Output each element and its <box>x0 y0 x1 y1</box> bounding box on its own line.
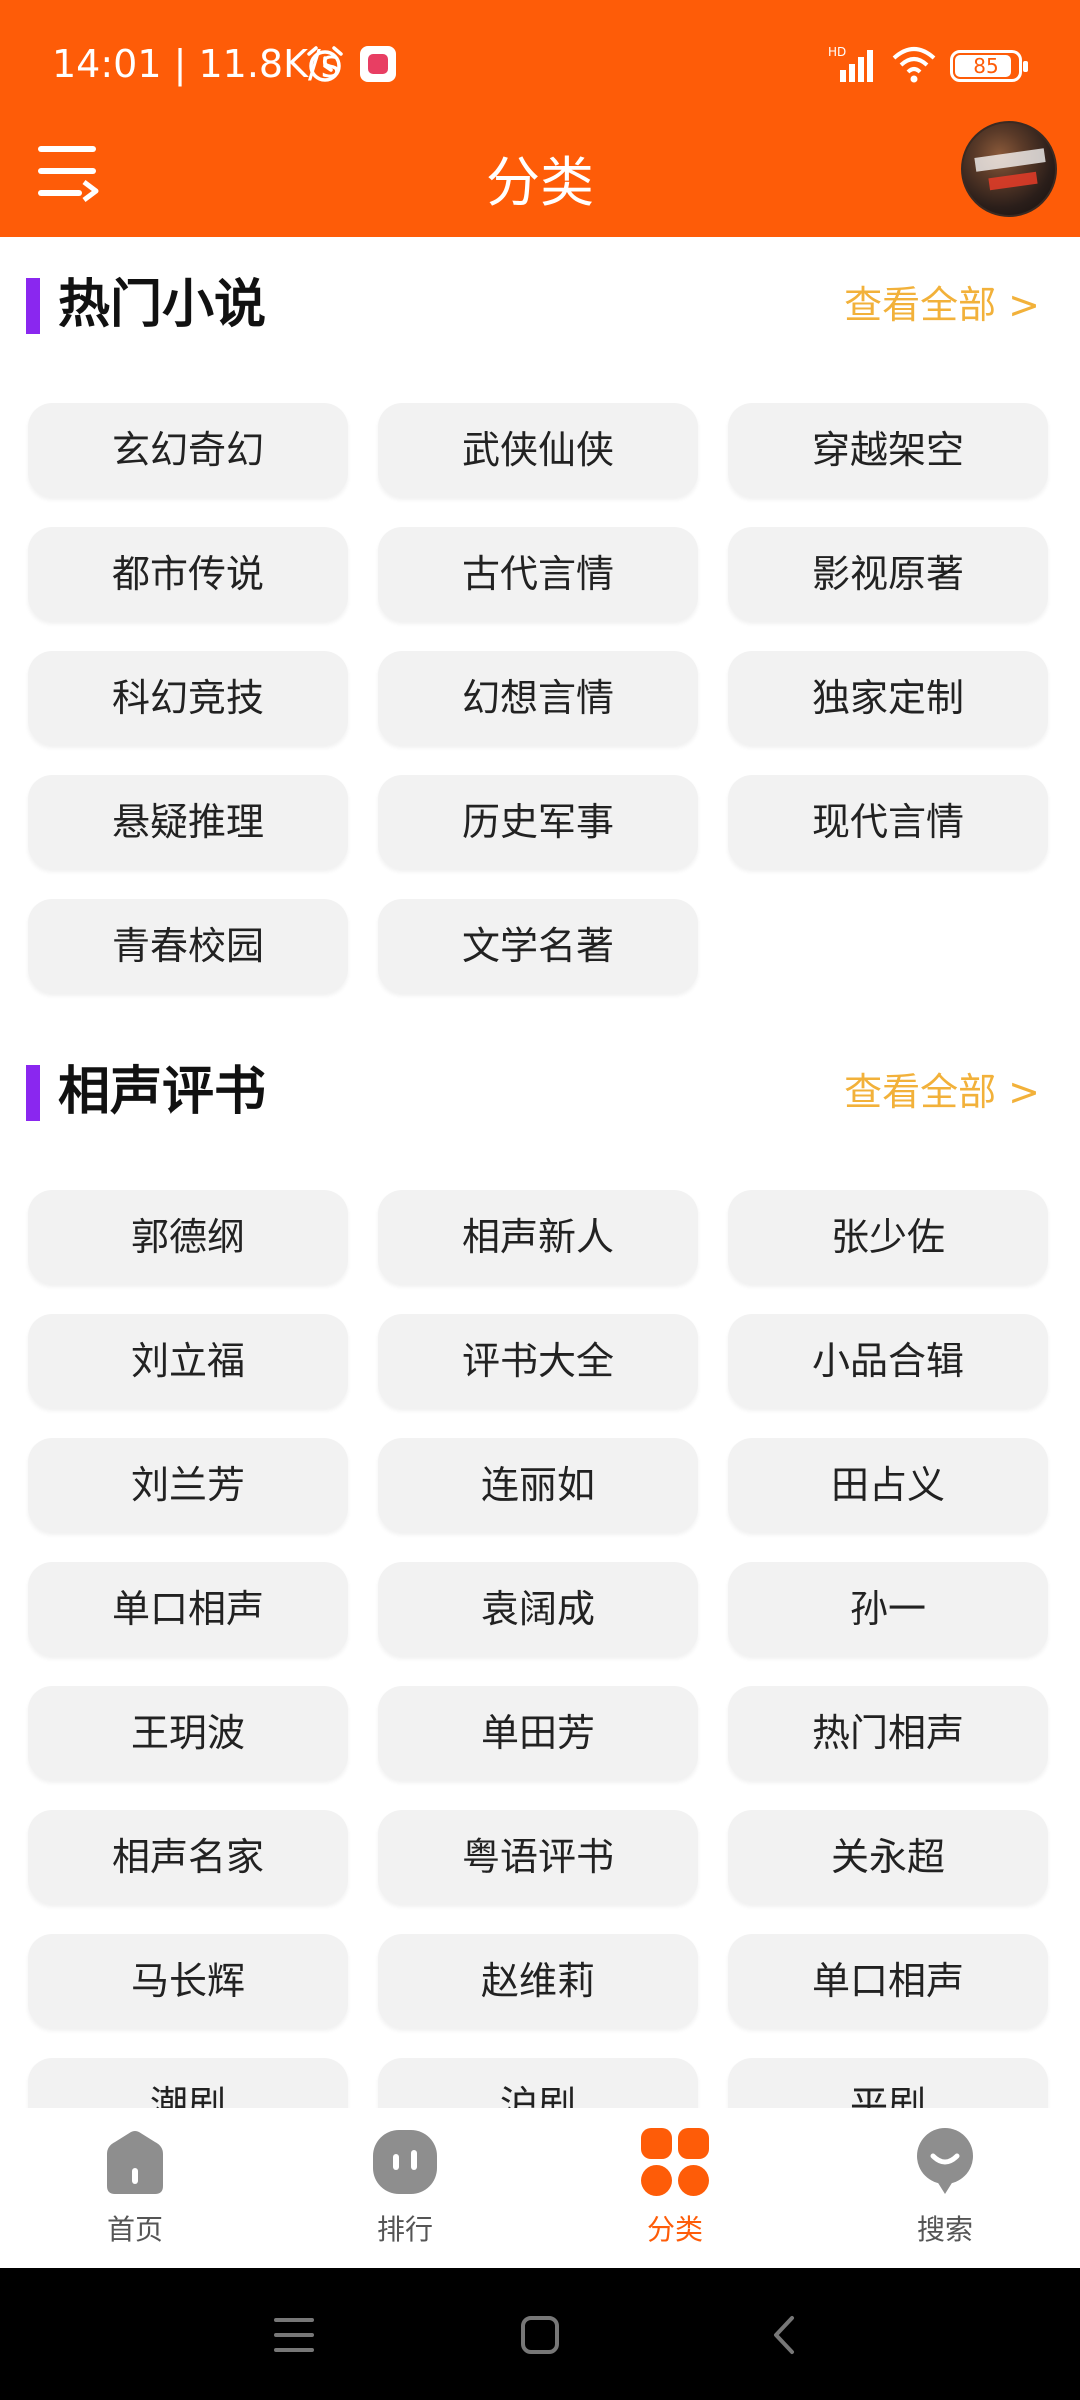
tab-label: 首页 <box>106 2213 163 2246</box>
category-chip[interactable]: 玄幻奇幻 <box>28 403 348 497</box>
category-chip[interactable]: 单口相声 <box>728 1934 1048 2028</box>
category-chip[interactable]: 孙一 <box>728 1562 1048 1656</box>
recent-apps-icon[interactable] <box>264 2308 324 2362</box>
section-accent-bar <box>26 1065 40 1121</box>
category-chip[interactable]: 幻想言情 <box>378 651 698 745</box>
category-chip[interactable]: 粤语评书 <box>378 1810 698 1904</box>
section-header-hot-novels: 热门小说 查看全部 > <box>0 270 1080 340</box>
category-chip[interactable]: 现代言情 <box>728 775 1048 869</box>
home-icon <box>107 2131 163 2194</box>
search-icon <box>917 2128 973 2194</box>
tab-search[interactable]: 搜索 <box>845 2108 1045 2268</box>
home-nav-icon[interactable] <box>510 2308 570 2362</box>
battery-icon: 85 <box>950 50 1028 82</box>
category-chip[interactable]: 潮剧 <box>28 2058 348 2108</box>
bottom-tab-bar: 首页 排行 分类 搜索 <box>0 2108 1080 2268</box>
tab-label: 搜索 <box>916 2213 973 2246</box>
category-chip[interactable]: 热门相声 <box>728 1686 1048 1780</box>
app-notification-icon <box>360 46 396 82</box>
category-chip[interactable]: 武侠仙侠 <box>378 403 698 497</box>
view-all-link[interactable]: 查看全部 > <box>844 1057 1040 1127</box>
category-chip[interactable]: 相声新人 <box>378 1190 698 1284</box>
section-title: 热门小说 <box>58 275 267 335</box>
section-header-crosstalk: 相声评书 查看全部 > <box>0 1057 1080 1127</box>
battery-level: 85 <box>973 54 999 78</box>
category-chip[interactable]: 历史军事 <box>378 775 698 869</box>
category-chip[interactable]: 郭德纲 <box>28 1190 348 1284</box>
page-title: 分类 <box>486 151 594 214</box>
status-bar: 14:01 | 11.8K/s HD 85 <box>0 0 1080 130</box>
category-chip[interactable]: 赵维莉 <box>378 1934 698 2028</box>
category-chip[interactable]: 关永超 <box>728 1810 1048 1904</box>
app-header: 14:01 | 11.8K/s HD 85 分类 <box>0 0 1080 237</box>
tab-label: 分类 <box>646 2213 703 2246</box>
tab-home[interactable]: 首页 <box>35 2108 235 2268</box>
category-chip[interactable]: 悬疑推理 <box>28 775 348 869</box>
category-chip[interactable]: 单田芳 <box>378 1686 698 1780</box>
category-chip[interactable]: 相声名家 <box>28 1810 348 1904</box>
category-chip[interactable]: 马长辉 <box>28 1934 348 2028</box>
category-chip[interactable]: 都市传说 <box>28 527 348 621</box>
category-chip[interactable]: 连丽如 <box>378 1438 698 1532</box>
system-nav-bar <box>0 2268 1080 2400</box>
network-type-label: HD <box>828 45 846 59</box>
section-title: 相声评书 <box>58 1062 267 1122</box>
category-chip[interactable]: 袁阔成 <box>378 1562 698 1656</box>
ranking-icon <box>373 2130 437 2194</box>
category-grid-crosstalk: 郭德纲 相声新人 张少佐 刘立福 评书大全 小品合辑 刘兰芳 连丽如 田占义 单口相声 袁阔成 孙一王… <box>0 1190 1080 2108</box>
category-chip[interactable]: 单口相声 <box>28 1562 348 1656</box>
category-chip[interactable]: 科幻竞技 <box>28 651 348 745</box>
tab-ranking[interactable]: 排行 <box>305 2108 505 2268</box>
category-chip[interactable]: 评书大全 <box>378 1314 698 1408</box>
category-chip[interactable]: 文学名著 <box>378 899 698 993</box>
signal-icon: HD <box>828 45 873 82</box>
category-chip[interactable]: 刘兰芳 <box>28 1438 348 1532</box>
category-chip[interactable]: 张少佐 <box>728 1190 1048 1284</box>
category-chip[interactable]: 刘立福 <box>28 1314 348 1408</box>
category-chip[interactable]: 平剧 <box>728 2058 1048 2108</box>
alarm-icon <box>307 46 343 82</box>
status-time: 14:01 | 11.8K/s <box>52 42 341 86</box>
wifi-icon <box>892 47 936 83</box>
tab-category[interactable]: 分类 <box>575 2108 775 2268</box>
category-chip[interactable]: 古代言情 <box>378 527 698 621</box>
section-accent-bar <box>26 278 40 334</box>
category-chip[interactable]: 王玥波 <box>28 1686 348 1780</box>
category-chip[interactable]: 影视原著 <box>728 527 1048 621</box>
back-icon[interactable] <box>756 2308 816 2362</box>
category-chip[interactable]: 穿越架空 <box>728 403 1048 497</box>
category-chip[interactable]: 小品合辑 <box>728 1314 1048 1408</box>
avatar[interactable] <box>961 121 1057 217</box>
category-icon <box>641 2128 709 2196</box>
category-chip[interactable]: 青春校园 <box>28 899 348 993</box>
category-chip[interactable]: 独家定制 <box>728 651 1048 745</box>
category-chip[interactable]: 田占义 <box>728 1438 1048 1532</box>
category-chip[interactable]: 沪剧 <box>378 2058 698 2108</box>
tab-label: 排行 <box>376 2213 433 2246</box>
view-all-link[interactable]: 查看全部 > <box>844 270 1040 340</box>
